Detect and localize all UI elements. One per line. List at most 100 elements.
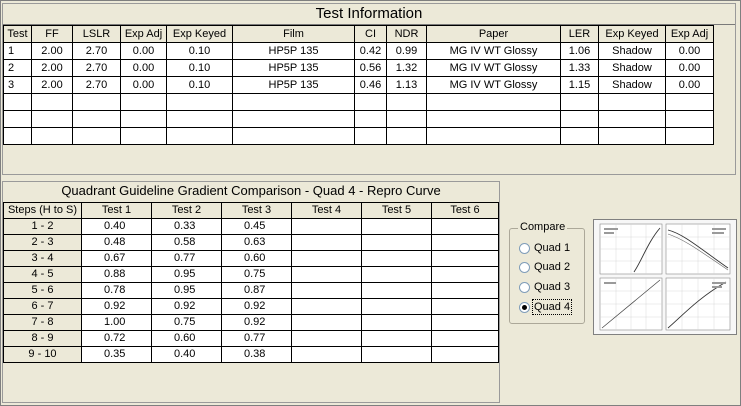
table-row[interactable]: 7 - 8 1.00 0.75 0.92	[3, 314, 499, 331]
column-header[interactable]: Test 2	[151, 202, 222, 219]
table-row-empty[interactable]	[3, 93, 714, 111]
table-cell[interactable]	[291, 330, 362, 347]
table-cell[interactable]: 0.92	[81, 298, 152, 315]
table-cell[interactable]	[291, 234, 362, 251]
column-header[interactable]: Exp Adj	[665, 25, 714, 43]
table-cell[interactable]: MG IV WT Glossy	[426, 42, 561, 60]
radio-quad-4[interactable]: Quad 4	[519, 299, 573, 315]
table-cell[interactable]: 0.00	[120, 59, 167, 77]
table-cell[interactable]	[72, 127, 121, 145]
table-cell[interactable]: 0.67	[81, 250, 152, 267]
column-header[interactable]: Film	[232, 25, 355, 43]
table-cell[interactable]: 1.00	[81, 314, 152, 331]
column-header[interactable]: LSLR	[72, 25, 121, 43]
table-cell[interactable]	[3, 127, 32, 145]
column-header[interactable]: FF	[31, 25, 73, 43]
table-cell[interactable]	[72, 110, 121, 128]
table-cell[interactable]	[3, 93, 32, 111]
table-cell[interactable]: 0.75	[221, 266, 292, 283]
table-cell[interactable]	[665, 93, 714, 111]
table-cell[interactable]: HP5P 135	[232, 42, 355, 60]
table-cell[interactable]: 0.92	[221, 314, 292, 331]
column-header[interactable]: Test	[3, 25, 32, 43]
table-cell[interactable]: 0.63	[221, 234, 292, 251]
radio-button-icon[interactable]	[519, 242, 530, 254]
table-cell[interactable]	[31, 127, 73, 145]
table-cell[interactable]	[166, 93, 233, 111]
table-cell[interactable]	[361, 234, 432, 251]
table-cell[interactable]: MG IV WT Glossy	[426, 59, 561, 77]
table-cell[interactable]	[354, 93, 387, 111]
table-cell[interactable]	[431, 234, 499, 251]
table-cell[interactable]	[3, 110, 32, 128]
table-cell[interactable]	[386, 110, 427, 128]
table-cell[interactable]: 0.75	[151, 314, 222, 331]
table-cell[interactable]	[665, 127, 714, 145]
table-cell[interactable]: 0.87	[221, 282, 292, 299]
table-cell[interactable]: 0.00	[120, 76, 167, 94]
table-cell[interactable]: 0.00	[665, 59, 714, 77]
table-cell[interactable]	[291, 298, 362, 315]
table-row[interactable]: 8 - 9 0.72 0.60 0.77	[3, 330, 499, 347]
table-cell[interactable]: 0.72	[81, 330, 152, 347]
table-cell[interactable]: 0.33	[151, 218, 222, 235]
table-cell[interactable]	[426, 93, 561, 111]
table-cell[interactable]	[291, 218, 362, 235]
table-row[interactable]: 5 - 6 0.78 0.95 0.87	[3, 282, 499, 299]
table-cell[interactable]	[431, 346, 499, 363]
table-cell[interactable]	[361, 250, 432, 267]
column-header[interactable]: Paper	[426, 25, 561, 43]
quadrant-gradient-grid[interactable]: Steps (H to S) Test 1 Test 2 Test 3 Test 4 Te…	[3, 202, 499, 363]
column-header[interactable]: Steps (H to S)	[3, 202, 82, 219]
table-cell[interactable]	[291, 346, 362, 363]
table-cell[interactable]: 0.00	[665, 42, 714, 60]
table-cell[interactable]	[361, 330, 432, 347]
table-cell[interactable]	[426, 127, 561, 145]
table-cell[interactable]: HP5P 135	[232, 76, 355, 94]
table-cell[interactable]: 0.60	[151, 330, 222, 347]
table-cell[interactable]	[31, 110, 73, 128]
table-cell[interactable]: 3	[3, 76, 32, 94]
table-cell[interactable]: 0.77	[151, 250, 222, 267]
table-cell[interactable]: 0.78	[81, 282, 152, 299]
quadrant-chart-thumbnail-icon[interactable]	[593, 219, 737, 335]
table-cell[interactable]	[361, 266, 432, 283]
column-header[interactable]: Exp Keyed	[598, 25, 666, 43]
table-cell[interactable]	[291, 250, 362, 267]
column-header[interactable]: Exp Adj	[120, 25, 167, 43]
table-cell[interactable]: Shadow	[598, 42, 666, 60]
table-cell[interactable]: 0.46	[354, 76, 387, 94]
column-header[interactable]: Test 5	[361, 202, 432, 219]
table-cell[interactable]: 0.56	[354, 59, 387, 77]
table-cell[interactable]	[361, 282, 432, 299]
table-cell[interactable]: 2.00	[31, 42, 73, 60]
table-cell[interactable]: 0.10	[166, 42, 233, 60]
column-header[interactable]: Test 6	[431, 202, 499, 219]
table-cell[interactable]: 0.48	[81, 234, 152, 251]
table-cell[interactable]	[431, 298, 499, 315]
table-row[interactable]: 1 2.00 2.70 0.00 0.10 HP5P 135 0.42 0.99 MG IV W…	[3, 42, 714, 60]
table-cell[interactable]	[431, 282, 499, 299]
radio-button-icon[interactable]	[519, 261, 530, 273]
table-cell[interactable]	[560, 110, 599, 128]
column-header[interactable]: Exp Keyed	[166, 25, 233, 43]
column-header[interactable]: LER	[560, 25, 599, 43]
table-cell[interactable]: 0.58	[151, 234, 222, 251]
table-row[interactable]: 3 2.00 2.70 0.00 0.10 HP5P 135 0.46 1.13 MG IV W…	[3, 76, 714, 94]
table-cell[interactable]: Shadow	[598, 76, 666, 94]
table-row[interactable]: 6 - 7 0.92 0.92 0.92	[3, 298, 499, 315]
table-row[interactable]: 2 - 3 0.48 0.58 0.63	[3, 234, 499, 251]
table-cell[interactable]: 1.06	[560, 42, 599, 60]
radio-button-checked-icon[interactable]	[519, 301, 530, 313]
table-cell[interactable]	[291, 282, 362, 299]
table-row[interactable]: 4 - 5 0.88 0.95 0.75	[3, 266, 499, 283]
table-cell[interactable]	[232, 93, 355, 111]
table-cell[interactable]: 0.95	[151, 266, 222, 283]
radio-button-icon[interactable]	[519, 281, 530, 293]
table-cell[interactable]	[354, 127, 387, 145]
table-cell[interactable]: Shadow	[598, 59, 666, 77]
table-cell[interactable]	[426, 110, 561, 128]
table-cell[interactable]	[361, 346, 432, 363]
table-cell[interactable]: HP5P 135	[232, 59, 355, 77]
table-cell[interactable]: 0.38	[221, 346, 292, 363]
